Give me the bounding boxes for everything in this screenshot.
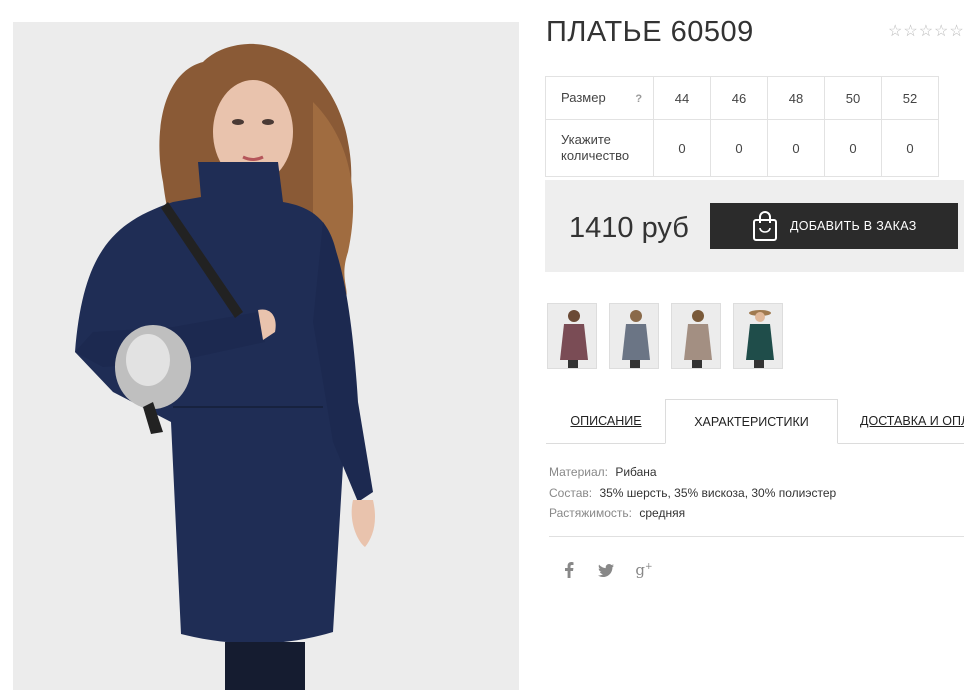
- size-label: Размер: [561, 89, 606, 105]
- quantity-input-50[interactable]: 0: [824, 119, 882, 177]
- thumb-burgundy[interactable]: [547, 303, 597, 369]
- facebook-icon[interactable]: [559, 560, 579, 580]
- add-to-order-label: ДОБАВИТЬ В ЗАКАЗ: [790, 219, 917, 233]
- rating-stars[interactable]: ☆ ☆ ☆ ☆ ☆: [888, 24, 964, 40]
- thumb-beige[interactable]: [671, 303, 721, 369]
- star-icon[interactable]: ☆: [888, 24, 902, 40]
- size-help-icon[interactable]: ?: [635, 93, 642, 105]
- size-table: Размер ? 44 46 48 50 52 Укажите количест…: [545, 76, 939, 177]
- thumb-grey[interactable]: [609, 303, 659, 369]
- size-50: 50: [824, 76, 882, 120]
- size-48: 48: [767, 76, 825, 120]
- product-tabs: ОПИСАНИЕ ХАРАКТЕРИСТИКИ ДОСТАВКА И ОПЛ: [546, 399, 964, 444]
- shopping-bag-icon: [752, 211, 778, 241]
- star-icon[interactable]: ☆: [919, 24, 933, 40]
- star-icon[interactable]: ☆: [949, 24, 963, 40]
- characteristic-row: Состав: 35% шерсть, 35% вискоза, 30% пол…: [549, 485, 837, 500]
- buy-box: 1410 руб ДОБАВИТЬ В ЗАКАЗ: [545, 180, 964, 272]
- quantity-input-46[interactable]: 0: [710, 119, 768, 177]
- characteristic-row: Растяжимость: средняя: [549, 506, 686, 520]
- size-52: 52: [881, 76, 939, 120]
- twitter-icon[interactable]: [596, 560, 616, 580]
- quantity-input-44[interactable]: 0: [653, 119, 711, 177]
- product-title: ПЛАТЬЕ 60509: [546, 16, 754, 48]
- product-main-image[interactable]: [13, 22, 519, 690]
- quantity-input-52[interactable]: 0: [881, 119, 939, 177]
- size-46: 46: [710, 76, 768, 120]
- tab-characteristics[interactable]: ХАРАКТЕРИСТИКИ: [665, 399, 838, 444]
- google-plus-icon[interactable]: g+: [634, 560, 654, 580]
- price: 1410 руб: [569, 212, 689, 244]
- divider: [549, 536, 964, 537]
- tab-description[interactable]: ОПИСАНИЕ: [566, 399, 646, 443]
- quantity-label: Укажите количество: [545, 119, 654, 177]
- characteristics-list: Материал: Рибана Состав: 35% шерсть, 35%…: [549, 462, 836, 524]
- size-44: 44: [653, 76, 711, 120]
- star-icon[interactable]: ☆: [934, 24, 948, 40]
- quantity-input-48[interactable]: 0: [767, 119, 825, 177]
- thumb-green[interactable]: [733, 303, 783, 369]
- add-to-order-button[interactable]: ДОБАВИТЬ В ЗАКАЗ: [710, 203, 958, 249]
- tab-delivery[interactable]: ДОСТАВКА И ОПЛ: [860, 399, 964, 443]
- star-icon[interactable]: ☆: [903, 24, 917, 40]
- characteristic-row: Материал: Рибана: [549, 465, 657, 479]
